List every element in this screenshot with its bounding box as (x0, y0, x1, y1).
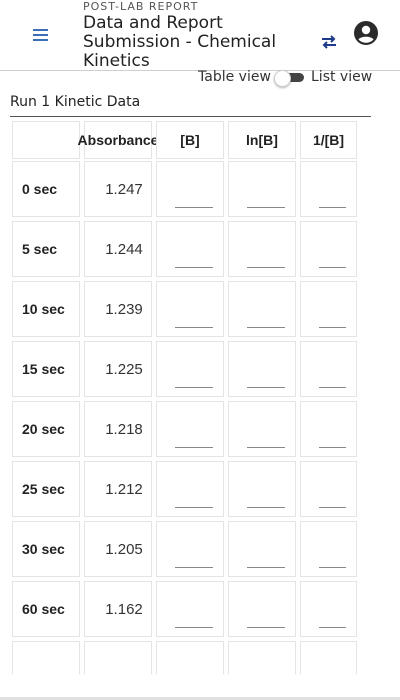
absorbance-value: 1.239 (84, 281, 152, 337)
app-header: POST-LAB REPORT Data and Report Submissi… (0, 0, 400, 71)
input-underline (247, 327, 285, 328)
input-underline (175, 327, 213, 328)
inverse-concentration-input[interactable] (300, 161, 357, 217)
ln-concentration-input[interactable] (228, 641, 296, 674)
concentration-input[interactable] (156, 581, 224, 637)
input-underline (175, 507, 213, 508)
row-label: 5 sec (12, 221, 80, 277)
inverse-concentration-input[interactable] (300, 581, 357, 637)
row-label: 25 sec (12, 461, 80, 517)
input-underline (247, 627, 285, 628)
kinetic-data-table: Absorbance [B] ln[B] 1/[B] 0 sec 1.247 5 sec 1.… (10, 119, 371, 674)
inverse-concentration-input[interactable] (300, 341, 357, 397)
column-header: Absorbance (78, 121, 158, 159)
input-underline (319, 567, 346, 568)
row-label: 0 sec (12, 161, 80, 217)
input-underline (247, 207, 285, 208)
input-underline (247, 567, 285, 568)
ln-concentration-input[interactable] (228, 521, 296, 577)
absorbance-value (84, 641, 152, 674)
inverse-concentration-input[interactable] (300, 641, 357, 674)
input-underline (247, 507, 285, 508)
concentration-input[interactable] (156, 401, 224, 457)
ln-concentration-input[interactable] (228, 461, 296, 517)
ln-concentration-input[interactable] (228, 221, 296, 277)
concentration-input[interactable] (156, 641, 224, 674)
input-underline (319, 327, 346, 328)
column-header: ln[B] (228, 121, 296, 159)
ln-concentration-input[interactable] (228, 341, 296, 397)
row-label: 30 sec (12, 521, 80, 577)
input-underline (319, 267, 346, 268)
absorbance-value: 1.247 (84, 161, 152, 217)
input-underline (247, 447, 285, 448)
input-underline (175, 627, 213, 628)
row-label: 10 sec (12, 281, 80, 337)
column-header: 1/[B] (300, 121, 357, 159)
page-overline: POST-LAB REPORT (83, 0, 199, 13)
hamburger-menu-icon[interactable] (30, 26, 54, 46)
input-underline (175, 447, 213, 448)
input-underline (319, 447, 346, 448)
absorbance-value: 1.218 (84, 401, 152, 457)
row-label (12, 641, 80, 674)
section-title: Run 1 Kinetic Data (10, 94, 141, 110)
absorbance-value: 1.162 (84, 581, 152, 637)
inverse-concentration-input[interactable] (300, 461, 357, 517)
concentration-input[interactable] (156, 281, 224, 337)
ln-concentration-input[interactable] (228, 161, 296, 217)
input-underline (319, 387, 346, 388)
ln-concentration-input[interactable] (228, 401, 296, 457)
inverse-concentration-input[interactable] (300, 281, 357, 337)
table-view-label[interactable]: Table view (198, 69, 271, 85)
input-underline (319, 207, 346, 208)
row-label: 15 sec (12, 341, 80, 397)
view-toggle-switch[interactable] (274, 70, 306, 87)
page-title: Data and Report Submission - Chemical Ki… (83, 13, 277, 71)
concentration-input[interactable] (156, 521, 224, 577)
inverse-concentration-input[interactable] (300, 221, 357, 277)
absorbance-value: 1.205 (84, 521, 152, 577)
row-label: 60 sec (12, 581, 80, 637)
row-label: 20 sec (12, 401, 80, 457)
concentration-input[interactable] (156, 221, 224, 277)
input-underline (175, 387, 213, 388)
absorbance-value: 1.225 (84, 341, 152, 397)
input-underline (175, 207, 213, 208)
concentration-input[interactable] (156, 161, 224, 217)
swap-arrows-icon[interactable] (318, 33, 340, 51)
ln-concentration-input[interactable] (228, 581, 296, 637)
ln-concentration-input[interactable] (228, 281, 296, 337)
input-underline (247, 267, 285, 268)
app-root: POST-LAB REPORT Data and Report Submissi… (0, 0, 400, 700)
absorbance-value: 1.244 (84, 221, 152, 277)
absorbance-value: 1.212 (84, 461, 152, 517)
toggle-knob (274, 70, 291, 87)
header-corner-cell (12, 121, 80, 159)
input-underline (175, 267, 213, 268)
concentration-input[interactable] (156, 341, 224, 397)
list-view-label[interactable]: List view (311, 69, 372, 85)
account-circle-icon[interactable] (353, 20, 379, 46)
inverse-concentration-input[interactable] (300, 401, 357, 457)
section-divider (10, 116, 371, 117)
input-underline (175, 567, 213, 568)
column-header: [B] (156, 121, 224, 159)
input-underline (247, 387, 285, 388)
inverse-concentration-input[interactable] (300, 521, 357, 577)
input-underline (319, 507, 346, 508)
concentration-input[interactable] (156, 461, 224, 517)
input-underline (319, 627, 346, 628)
